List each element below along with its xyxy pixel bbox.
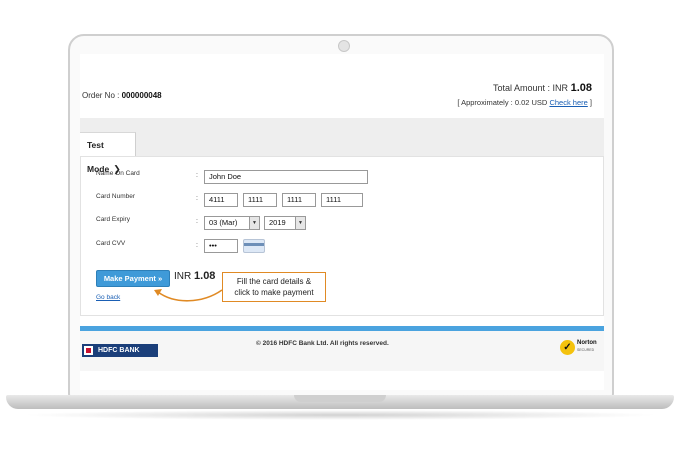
chevron-down-icon: ▼ (249, 217, 259, 229)
expiry-month-select[interactable]: 03 (Mar) ▼ (204, 216, 260, 230)
order-number: Order No : 000000048 (82, 91, 162, 100)
card-number-input-2[interactable]: 1111 (243, 193, 277, 207)
cvv-input[interactable]: ••• (204, 239, 238, 253)
colon: : (196, 195, 198, 202)
approx-usd: [ Approximately : 0.02 USD Check here ] (457, 98, 592, 107)
card-number-input-1[interactable]: 4111 (204, 193, 238, 207)
go-back-link[interactable]: Go back (96, 294, 120, 301)
total-amount: Total Amount : INR 1.08 (493, 82, 592, 94)
copyright-text: © 2016 HDFC Bank Ltd. All rights reserve… (256, 340, 389, 347)
card-cvv-icon (243, 239, 265, 253)
card-stripe (244, 243, 264, 246)
checkmark-icon: ✓ (560, 340, 575, 355)
hdfc-bank-logo: HDFC BANK (82, 344, 158, 357)
footer (80, 331, 604, 371)
laptop-notch (294, 395, 386, 402)
camera-icon (338, 40, 350, 52)
colon: : (196, 218, 198, 225)
total-amount-value: 1.08 (570, 82, 592, 94)
card-number-label: Card Number (96, 193, 136, 200)
name-on-card-input[interactable]: John Doe (204, 170, 368, 184)
card-number-input-4[interactable]: 1111 (321, 193, 363, 207)
chevron-down-icon: ▼ (295, 217, 305, 229)
name-on-card-label: Name On Card (96, 170, 140, 177)
norton-secured-badge: ✓ Norton SECURED (560, 338, 602, 360)
expiry-year-select[interactable]: 2019 ▼ (264, 216, 306, 230)
callout-arrow-icon (154, 289, 223, 302)
laptop-shadow (20, 410, 660, 420)
order-number-value: 000000048 (121, 91, 162, 100)
check-here-link[interactable]: Check here (549, 98, 587, 107)
instruction-callout: Fill the card details & click to make pa… (222, 272, 326, 302)
mode-band (80, 118, 604, 156)
tab-test-mode[interactable]: Test Mode ❯ (80, 132, 136, 174)
payment-screen: Order No : 000000048 Total Amount : INR … (80, 54, 604, 390)
card-number-input-3[interactable]: 1111 (282, 193, 316, 207)
colon: : (196, 242, 198, 249)
colon: : (196, 172, 198, 179)
card-expiry-label: Card Expiry (96, 216, 130, 223)
hdfc-mark-icon (84, 346, 93, 355)
card-cvv-label: Card CVV (96, 240, 126, 247)
